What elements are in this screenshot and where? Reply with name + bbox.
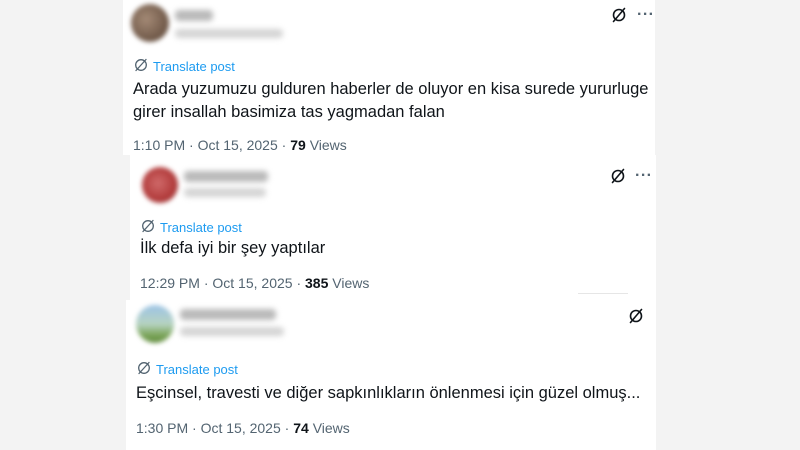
post-meta: 1:30 PM · Oct 15, 2025 · 74 Views [136,420,350,436]
author-handle-blurred[interactable] [175,29,283,38]
translate-label[interactable]: Translate post [160,220,242,235]
grok-icon[interactable] [628,308,644,324]
meta-separator: · [284,420,290,436]
more-options-icon[interactable]: ··· [635,168,652,184]
meta-separator: · [192,420,197,436]
post-date[interactable]: Oct 15, 2025 [201,420,281,436]
post-date[interactable]: Oct 15, 2025 [198,137,278,153]
post-time[interactable]: 1:30 PM [136,420,188,436]
divider [578,293,628,294]
grok-icon[interactable] [611,7,627,23]
views-count[interactable]: 385 [305,275,328,291]
post-card-1[interactable]: ··· Translate post Arada yuzumuzu guldur… [123,0,655,155]
post-date[interactable]: Oct 15, 2025 [212,275,292,291]
meta-separator: · [296,275,302,291]
views-label[interactable]: Views [310,137,347,153]
translate-label[interactable]: Translate post [156,362,238,377]
author-name-blurred[interactable] [184,171,268,182]
avatar[interactable] [131,4,169,42]
grok-icon[interactable] [610,168,626,184]
post-card-3[interactable]: Translate post Eşcinsel, travesti ve diğ… [126,300,656,450]
post-time[interactable]: 1:10 PM [133,137,185,153]
post-text-line-1: Arada yuzumuzu gulduren haberler de oluy… [133,80,649,98]
views-count[interactable]: 74 [293,420,309,436]
meta-separator: · [189,137,194,153]
views-label[interactable]: Views [332,275,369,291]
post-text-line-1: Eşcinsel, travesti ve diğer sapkınlıklar… [136,384,641,402]
avatar[interactable] [142,167,178,203]
translate-globe-icon [135,58,147,72]
translate-globe-icon [142,219,154,233]
views-count[interactable]: 79 [290,137,306,153]
avatar[interactable] [136,305,174,343]
meta-separator: · [281,137,287,153]
post-card-2[interactable]: ··· Translate post İlk defa iyi bir şey … [130,155,656,300]
post-text-line-2: girer insallah basimiza tas yagmadan fal… [133,103,445,121]
post-text-line-1: İlk defa iyi bir şey yaptılar [140,239,326,257]
author-name-blurred[interactable] [180,309,276,320]
post-time[interactable]: 12:29 PM [140,275,200,291]
post-meta: 12:29 PM · Oct 15, 2025 · 385 Views [140,275,369,291]
translate-label[interactable]: Translate post [153,59,235,74]
meta-separator: · [203,275,209,291]
views-label[interactable]: Views [313,420,350,436]
translate-globe-icon [138,361,150,375]
more-options-icon[interactable]: ··· [637,7,654,23]
author-name-blurred[interactable] [175,10,213,21]
author-handle-blurred[interactable] [184,188,266,197]
post-meta: 1:10 PM · Oct 15, 2025 · 79 Views [133,137,347,153]
author-handle-blurred[interactable] [180,327,284,336]
